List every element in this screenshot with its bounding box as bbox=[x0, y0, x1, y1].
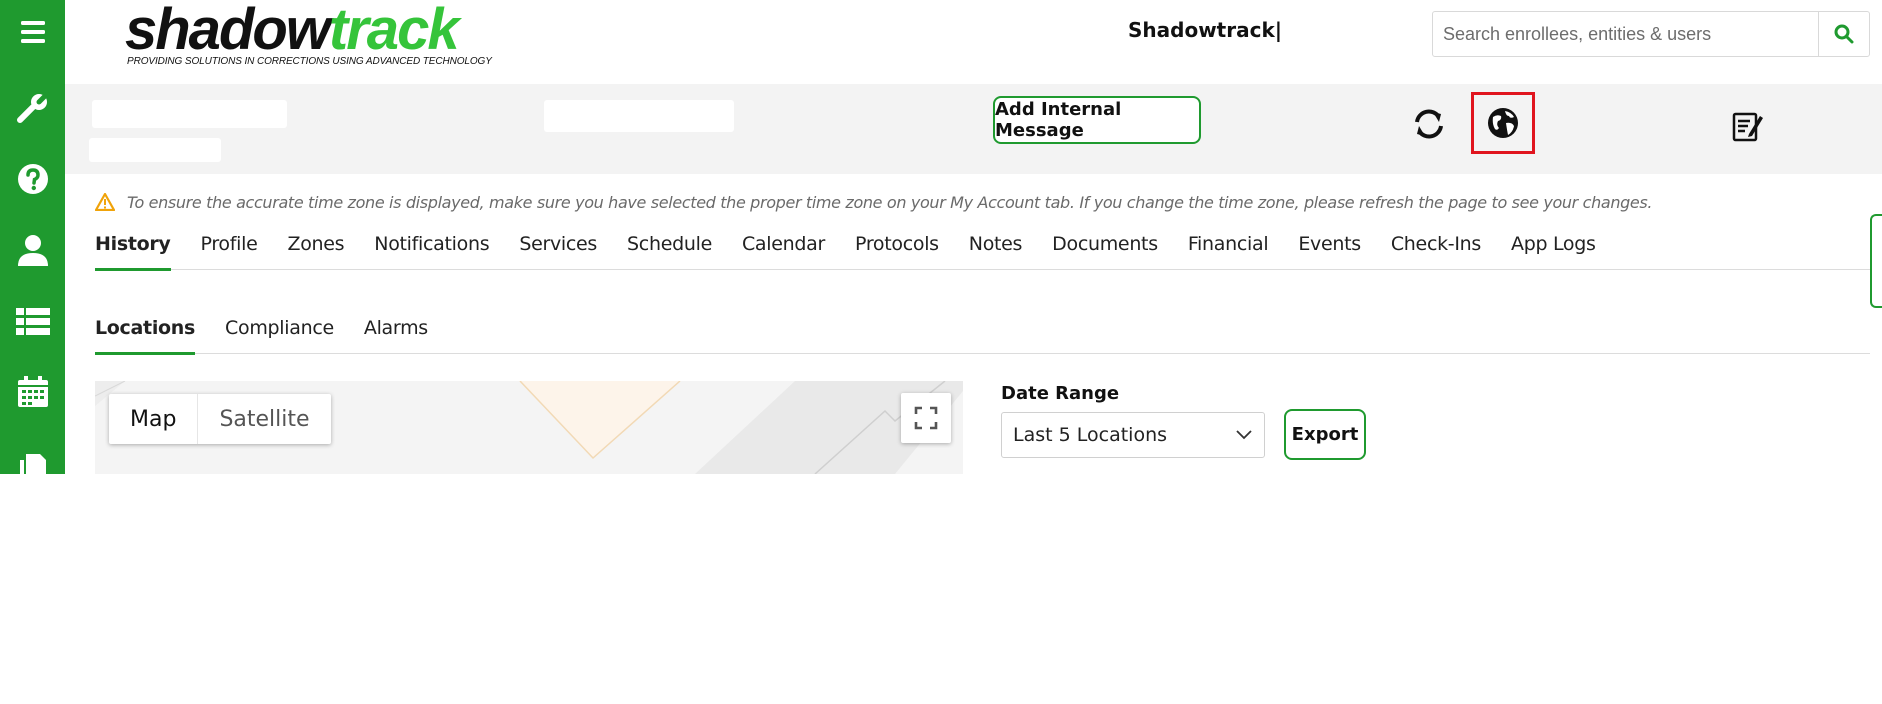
fullscreen-icon bbox=[914, 406, 938, 430]
redacted-enrollee-detail bbox=[544, 100, 734, 132]
add-internal-message-button[interactable]: Add Internal Message bbox=[993, 96, 1201, 144]
warning-icon bbox=[95, 193, 115, 211]
search-button[interactable] bbox=[1818, 12, 1869, 56]
chevron-down-icon bbox=[1236, 430, 1252, 440]
time-zone-notice: To ensure the accurate time zone is disp… bbox=[95, 191, 1653, 213]
logo-tagline: PROVIDING SOLUTIONS IN CORRECTIONS USING… bbox=[127, 56, 492, 67]
map-fullscreen-button[interactable] bbox=[901, 393, 951, 443]
tab-profile[interactable]: Profile bbox=[201, 233, 258, 269]
date-range-select[interactable]: Last 5 Locations bbox=[1001, 412, 1265, 458]
shadowtrack-logo[interactable]: shadowtrack PROVIDING SOLUTIONS IN CORRE… bbox=[111, 0, 492, 84]
tab-notes[interactable]: Notes bbox=[969, 233, 1023, 269]
documents-icon bbox=[19, 454, 46, 474]
calendar-icon bbox=[17, 376, 48, 407]
redacted-enrollee-id bbox=[89, 138, 221, 162]
documents-button[interactable] bbox=[0, 440, 65, 474]
hamburger-menu-icon bbox=[20, 21, 45, 43]
history-subtabs: Locations Compliance Alarms bbox=[95, 317, 1870, 355]
tab-calendar[interactable]: Calendar bbox=[742, 233, 825, 269]
map-type-satellite-button[interactable]: Satellite bbox=[198, 394, 330, 444]
app-title: Shadowtrack| bbox=[1128, 18, 1283, 42]
map-type-map-button[interactable]: Map bbox=[109, 394, 199, 444]
map-type-control: Map Satellite bbox=[109, 394, 331, 444]
subtab-compliance[interactable]: Compliance bbox=[225, 317, 334, 353]
list-button[interactable] bbox=[0, 292, 65, 352]
refresh-button[interactable] bbox=[1403, 98, 1455, 150]
tab-documents[interactable]: Documents bbox=[1052, 233, 1158, 269]
logo-wordmark: shadowtrack bbox=[125, 0, 460, 62]
date-range-label: Date Range bbox=[1001, 383, 1120, 404]
tab-notifications[interactable]: Notifications bbox=[374, 233, 489, 269]
sidebar bbox=[0, 0, 65, 474]
user-icon bbox=[17, 235, 48, 266]
date-range-selected-value: Last 5 Locations bbox=[1013, 424, 1168, 446]
tab-check-ins[interactable]: Check-Ins bbox=[1391, 233, 1481, 269]
tab-history[interactable]: History bbox=[95, 233, 171, 271]
globe-icon bbox=[1488, 108, 1518, 138]
tools-button[interactable] bbox=[0, 78, 65, 138]
export-button[interactable]: Export bbox=[1284, 409, 1366, 460]
top-bar: shadowtrack PROVIDING SOLUTIONS IN CORRE… bbox=[65, 0, 1882, 84]
tab-financial[interactable]: Financial bbox=[1188, 233, 1269, 269]
tab-zones[interactable]: Zones bbox=[288, 233, 345, 269]
location-map[interactable]: Map Satellite bbox=[95, 381, 963, 474]
edit-note-icon bbox=[1732, 112, 1763, 142]
list-icon bbox=[15, 308, 50, 335]
tab-protocols[interactable]: Protocols bbox=[855, 233, 939, 269]
user-button[interactable] bbox=[0, 220, 65, 280]
tab-app-logs[interactable]: App Logs bbox=[1511, 233, 1596, 269]
tab-services[interactable]: Services bbox=[519, 233, 597, 269]
search-box bbox=[1432, 11, 1870, 57]
search-icon bbox=[1834, 24, 1854, 44]
menu-button[interactable] bbox=[0, 2, 65, 62]
notice-text: To ensure the accurate time zone is disp… bbox=[127, 192, 1653, 212]
search-input[interactable] bbox=[1433, 12, 1818, 56]
calendar-button[interactable] bbox=[0, 362, 65, 422]
redacted-enrollee-name bbox=[92, 100, 287, 128]
side-panel-handle[interactable] bbox=[1870, 214, 1882, 308]
help-button[interactable] bbox=[0, 149, 65, 209]
help-circle-icon bbox=[17, 164, 48, 194]
enrollee-info-bar: Add Internal Message bbox=[65, 84, 1882, 174]
tab-events[interactable]: Events bbox=[1298, 233, 1361, 269]
subtab-locations[interactable]: Locations bbox=[95, 317, 195, 355]
refresh-icon bbox=[1415, 109, 1443, 139]
notes-edit-button[interactable] bbox=[1726, 104, 1770, 148]
main-tabs: History Profile Zones Notifications Serv… bbox=[95, 233, 1870, 271]
tab-schedule[interactable]: Schedule bbox=[627, 233, 712, 269]
wrench-icon bbox=[16, 91, 49, 123]
time-zone-globe-button[interactable] bbox=[1471, 92, 1535, 154]
subtab-alarms[interactable]: Alarms bbox=[364, 317, 428, 353]
